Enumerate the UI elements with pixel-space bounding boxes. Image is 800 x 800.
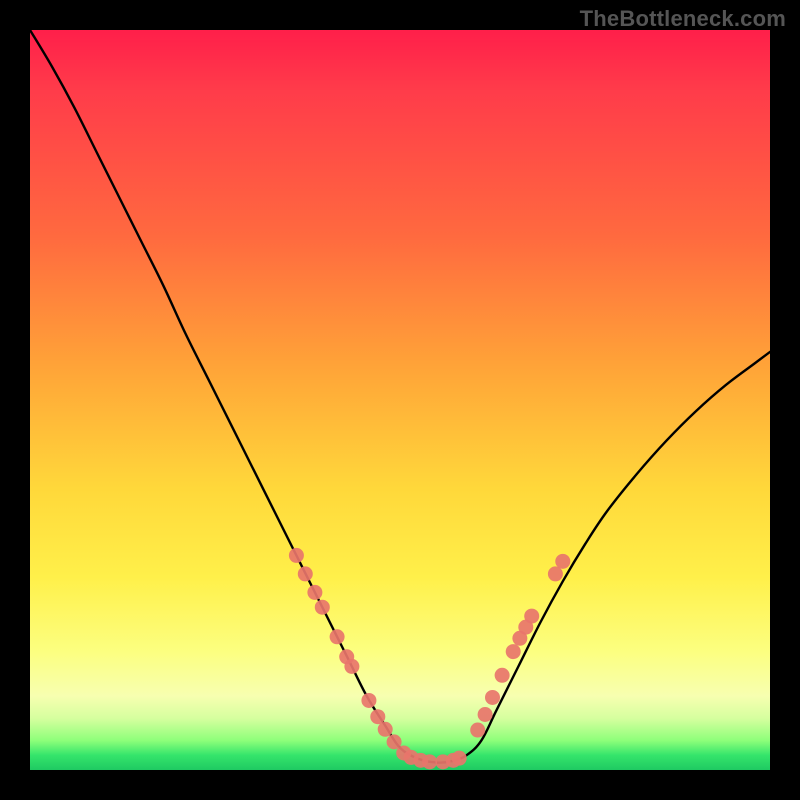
plot-area — [30, 30, 770, 770]
marker-dot — [361, 693, 376, 708]
marker-dot — [548, 566, 563, 581]
marker-dot — [370, 709, 385, 724]
marker-dot — [378, 722, 393, 737]
chart-frame: TheBottleneck.com — [0, 0, 800, 800]
bottleneck-curve — [30, 30, 770, 763]
marker-dot — [524, 609, 539, 624]
marker-dot — [298, 566, 313, 581]
marker-dot — [478, 707, 493, 722]
marker-dot — [330, 629, 345, 644]
chart-svg — [30, 30, 770, 770]
marker-dot — [470, 723, 485, 738]
marker-dot — [344, 659, 359, 674]
marker-dot — [555, 554, 570, 569]
watermark-text: TheBottleneck.com — [580, 6, 786, 32]
marker-dot — [315, 600, 330, 615]
marker-dot — [307, 585, 322, 600]
marker-dot — [506, 644, 521, 659]
marker-dot — [452, 751, 467, 766]
marker-dot — [495, 668, 510, 683]
marker-dot — [485, 690, 500, 705]
marker-dot — [289, 548, 304, 563]
marker-dot — [422, 754, 437, 769]
highlighted-points — [289, 548, 570, 769]
